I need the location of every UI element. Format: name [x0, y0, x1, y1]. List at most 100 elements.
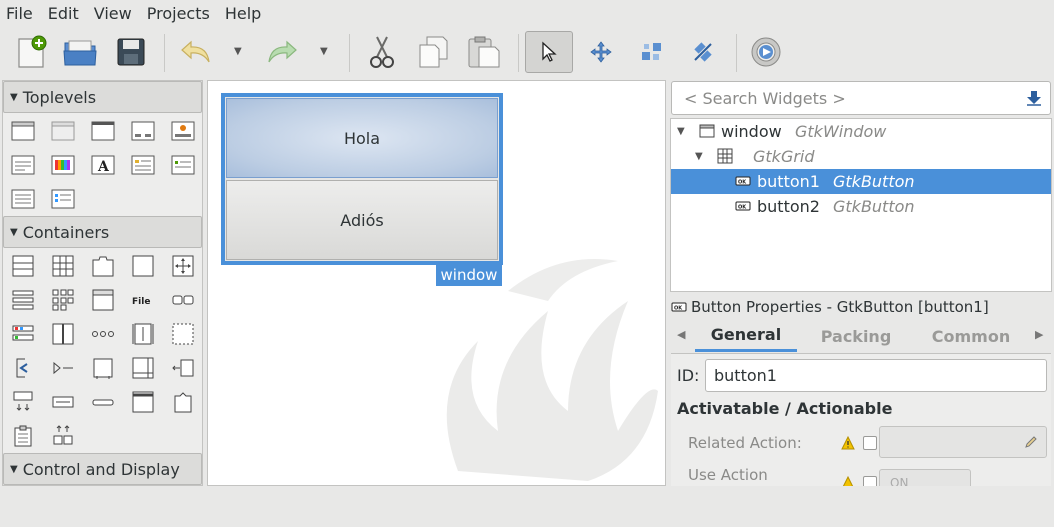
- use-action-label: Use Action: [688, 466, 768, 484]
- redo-dropdown-icon[interactable]: ▼: [320, 46, 328, 57]
- color-chooser-dialog-widget-icon[interactable]: [51, 153, 75, 177]
- widget-palette: ▼ Toplevels A ▼ Containers File ▼ Contro…: [2, 80, 203, 486]
- overlay-widget-icon[interactable]: [51, 390, 75, 414]
- expander-icon: ▼: [10, 91, 18, 103]
- palette-group-toplevels[interactable]: ▼ Toplevels: [3, 81, 202, 113]
- tab-packing[interactable]: Packing: [805, 320, 907, 352]
- application-window-widget-icon[interactable]: [91, 119, 115, 143]
- open-button[interactable]: [56, 31, 104, 73]
- menu-view[interactable]: View: [94, 4, 132, 23]
- header-bar-widget-icon[interactable]: [131, 390, 155, 414]
- tab-scroll-left-icon[interactable]: ◀: [677, 328, 685, 341]
- menu-help[interactable]: Help: [225, 4, 261, 23]
- event-box-widget-icon[interactable]: [11, 356, 35, 380]
- expander-icon[interactable]: ▼: [695, 151, 703, 162]
- file-chooser-dialog-widget-icon[interactable]: [131, 153, 155, 177]
- frame-widget-icon[interactable]: [131, 254, 155, 278]
- layout-widget-icon[interactable]: [131, 322, 155, 346]
- grid-widget-icon[interactable]: [51, 254, 75, 278]
- button2-preview[interactable]: Adiós: [226, 180, 498, 260]
- new-button[interactable]: [7, 31, 55, 73]
- popover-widget-icon[interactable]: [171, 390, 195, 414]
- tree-row-button1[interactable]: OK button1 GtkButton: [671, 169, 1051, 194]
- palette-group-control-display[interactable]: ▼ Control and Display: [3, 453, 202, 485]
- button-box-widget-icon[interactable]: [171, 288, 195, 312]
- toggle-on-label: ON: [890, 476, 909, 486]
- aspect-frame-widget-icon[interactable]: [171, 254, 195, 278]
- save-button[interactable]: [107, 31, 155, 73]
- move-mode-button[interactable]: [577, 31, 625, 73]
- statusbar: [0, 487, 1054, 527]
- preview-button[interactable]: [742, 31, 790, 73]
- menu-projects[interactable]: Projects: [147, 4, 210, 23]
- stack-widget-icon[interactable]: [91, 288, 115, 312]
- menu-edit[interactable]: Edit: [48, 4, 79, 23]
- search-widgets-input[interactable]: < Search Widgets >: [671, 81, 1051, 115]
- button-ok-icon: OK: [735, 201, 751, 211]
- tree-row-window[interactable]: ▼ window GtkWindow: [671, 119, 1051, 144]
- file-chooser-widget-icon[interactable]: File: [131, 288, 155, 312]
- design-canvas[interactable]: Hola Adiós window: [207, 80, 666, 486]
- button-set-widget-icon[interactable]: [91, 322, 115, 346]
- viewport-widget-icon[interactable]: [91, 356, 115, 380]
- palette-group-label: Containers: [22, 222, 110, 242]
- paste-button[interactable]: [460, 31, 508, 73]
- message-dialog-widget-icon[interactable]: [171, 119, 195, 143]
- paned-widget-icon[interactable]: [51, 322, 75, 346]
- offscreen-window-widget-icon[interactable]: [51, 119, 75, 143]
- alignment-widget-icon[interactable]: [171, 356, 195, 380]
- clipboard-widget-icon[interactable]: [11, 424, 35, 448]
- cut-button[interactable]: [358, 31, 406, 73]
- box-widget-icon[interactable]: [11, 254, 35, 278]
- fixed-widget-icon[interactable]: [171, 322, 195, 346]
- tree-row-button2[interactable]: OK button2 GtkButton: [671, 194, 1051, 219]
- window-widget-icon[interactable]: [11, 119, 35, 143]
- download-arrow-icon[interactable]: [1026, 90, 1042, 106]
- save-icon: [117, 38, 145, 66]
- expander-widget-icon[interactable]: [51, 356, 75, 380]
- svg-text:OK: OK: [738, 180, 747, 186]
- align-mode-button[interactable]: [679, 31, 727, 73]
- section-title: Activatable / Actionable: [677, 399, 893, 418]
- scrolled-window-widget-icon[interactable]: [131, 356, 155, 380]
- tab-common[interactable]: Common: [919, 320, 1023, 352]
- tree-type: GtkGrid: [753, 147, 815, 166]
- undo-dropdown-icon[interactable]: ▼: [234, 46, 242, 57]
- related-action-checkbox[interactable]: [863, 436, 877, 450]
- use-action-checkbox[interactable]: [863, 476, 877, 486]
- use-action-toggle[interactable]: ON: [879, 469, 971, 486]
- flow-box-widget-icon[interactable]: [51, 288, 75, 312]
- resize-mode-button[interactable]: [628, 31, 676, 73]
- menu-file[interactable]: File: [6, 4, 33, 23]
- copy-button[interactable]: [409, 31, 457, 73]
- warning-icon: [841, 436, 855, 450]
- svg-text:OK: OK: [738, 205, 747, 211]
- assistant-widget-icon[interactable]: [11, 187, 35, 211]
- dialog-widget-icon[interactable]: [131, 119, 155, 143]
- action-bar-widget-icon[interactable]: [91, 390, 115, 414]
- stack-switcher-widget-icon[interactable]: [51, 424, 75, 448]
- gtk-window-preview[interactable]: Hola Adiós: [221, 93, 503, 265]
- recent-chooser-dialog-widget-icon[interactable]: [171, 153, 195, 177]
- button1-preview[interactable]: Hola: [226, 98, 498, 178]
- tab-general[interactable]: General: [695, 320, 797, 352]
- edit-pencil-icon[interactable]: [1024, 435, 1038, 449]
- pointer-mode-button[interactable]: [525, 31, 573, 73]
- redo-button[interactable]: [258, 31, 306, 73]
- button2-label: Adiós: [340, 210, 384, 230]
- undo-button[interactable]: [172, 31, 220, 73]
- font-chooser-dialog-widget-icon[interactable]: A: [91, 153, 115, 177]
- palette-group-containers[interactable]: ▼ Containers: [3, 216, 202, 248]
- window-tag: window: [436, 264, 502, 286]
- tree-row-grid[interactable]: ▼ GtkGrid: [671, 144, 1051, 169]
- notebook-widget-icon[interactable]: [91, 254, 115, 278]
- related-action-field[interactable]: [879, 426, 1047, 458]
- id-field[interactable]: button1: [705, 359, 1047, 392]
- list-box-widget-icon[interactable]: [11, 288, 35, 312]
- revealer-widget-icon[interactable]: [11, 390, 35, 414]
- tab-scroll-right-icon[interactable]: ▶: [1035, 328, 1043, 341]
- toolbar-widget-icon[interactable]: [11, 322, 35, 346]
- app-chooser-dialog-widget-icon[interactable]: [51, 187, 75, 211]
- about-dialog-widget-icon[interactable]: [11, 153, 35, 177]
- expander-icon[interactable]: ▼: [677, 126, 685, 137]
